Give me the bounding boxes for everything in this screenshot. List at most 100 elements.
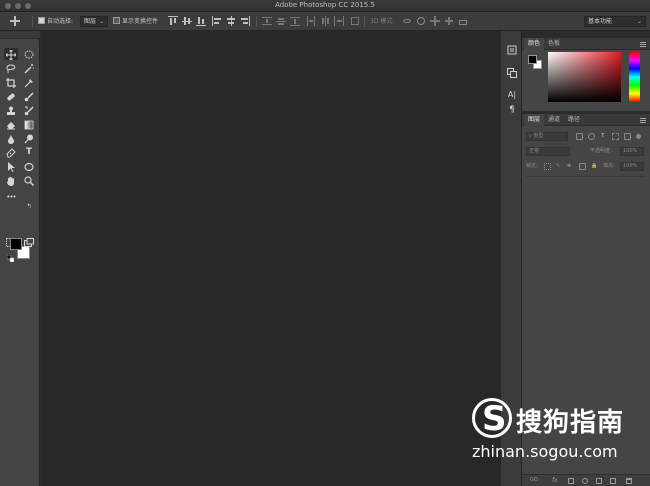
filter-type-icon[interactable]: T xyxy=(601,132,604,141)
distribute-left-icon[interactable] xyxy=(306,16,316,26)
screen-mode-icon[interactable] xyxy=(22,236,36,248)
opacity-field[interactable]: 100% xyxy=(620,147,644,156)
blend-mode-dropdown[interactable]: 正常 xyxy=(526,147,570,156)
path-selection-tool-icon[interactable] xyxy=(4,160,18,172)
history-panel-icon[interactable] xyxy=(505,45,519,57)
properties-panel-icon[interactable] xyxy=(505,68,519,80)
foreground-color-swatch[interactable] xyxy=(10,238,22,250)
divider xyxy=(526,176,646,177)
filter-shape-icon[interactable] xyxy=(612,133,619,140)
align-left-icon[interactable] xyxy=(212,16,222,26)
panel-menu-icon[interactable] xyxy=(640,118,646,123)
auto-select-target-dropdown[interactable]: 图层 ⌄ xyxy=(80,16,108,27)
distribute-bottom-icon[interactable] xyxy=(290,16,300,26)
brush-tool-icon[interactable] xyxy=(22,90,36,102)
tab-color[interactable]: 颜色 xyxy=(524,38,545,50)
add-mask-icon[interactable] xyxy=(568,478,574,484)
default-colors-icon[interactable] xyxy=(6,253,14,262)
new-group-icon[interactable] xyxy=(596,478,602,484)
filter-pixel-icon[interactable] xyxy=(576,133,583,140)
fill-field[interactable]: 100% xyxy=(620,162,644,171)
align-horizontal-center-icon[interactable] xyxy=(226,16,236,26)
layers-panel-footer: GO fx xyxy=(522,474,650,486)
distribute-horizontal-center-icon[interactable] xyxy=(320,16,330,26)
character-panel-icon[interactable]: A| xyxy=(505,89,519,101)
dodge-tool-icon[interactable] xyxy=(22,132,36,144)
zoom-tool-icon[interactable] xyxy=(22,174,36,186)
align-bottom-icon[interactable] xyxy=(196,16,206,26)
gradient-tool-icon[interactable] xyxy=(22,118,36,130)
align-right-icon[interactable] xyxy=(240,16,250,26)
lock-artboard-icon[interactable] xyxy=(579,163,586,170)
chevron-down-icon: ⌄ xyxy=(636,18,642,25)
marquee-tool-icon[interactable] xyxy=(22,48,36,60)
show-transform-checkbox[interactable] xyxy=(113,17,120,24)
pen-tool-icon[interactable] xyxy=(4,146,18,158)
auto-select-checkbox[interactable] xyxy=(38,17,45,24)
tab-layers[interactable]: 图层 xyxy=(524,114,545,126)
3d-orbit-icon[interactable] xyxy=(402,16,412,26)
type-tool-icon[interactable]: T xyxy=(22,146,36,158)
auto-align-icon[interactable] xyxy=(350,16,360,26)
filter-smart-object-icon[interactable] xyxy=(624,133,631,140)
watermark-name: 搜狗指南 xyxy=(516,408,625,438)
eraser-tool-icon[interactable] xyxy=(4,118,18,130)
align-top-icon[interactable] xyxy=(168,16,178,26)
divider xyxy=(32,16,33,27)
ellipse-tool-icon[interactable] xyxy=(22,160,36,172)
tab-swatches[interactable]: 色板 xyxy=(544,38,564,50)
paragraph-panel-icon[interactable]: ¶ xyxy=(505,104,519,116)
blend-mode-value: 正常 xyxy=(529,148,540,154)
blur-tool-icon[interactable] xyxy=(4,132,18,144)
swap-colors-icon[interactable]: ↰ xyxy=(25,203,33,211)
lasso-tool-icon[interactable] xyxy=(4,62,18,74)
distribute-vertical-center-icon[interactable] xyxy=(276,16,286,26)
options-bar: 自动选择: 图层 ⌄ 显示变换控件 3D 模式: 基本功能 ⌄ xyxy=(0,12,650,31)
delete-layer-icon[interactable] xyxy=(626,478,632,484)
filter-adjustment-icon[interactable] xyxy=(588,133,595,140)
auto-select-target-value: 图层 xyxy=(84,18,97,25)
blend-opacity-row: 正常 不透明度: 100% xyxy=(526,147,646,158)
hue-slider[interactable] xyxy=(629,52,640,102)
color-panel: 颜色 色板 xyxy=(522,38,650,111)
3d-roll-icon[interactable] xyxy=(416,16,426,26)
tab-channels[interactable]: 通道 xyxy=(544,114,564,126)
lock-position-icon[interactable]: ✥ xyxy=(567,162,571,171)
3d-pan-icon[interactable] xyxy=(430,16,440,26)
3d-scale-icon[interactable] xyxy=(458,16,468,26)
layer-style-fx-icon[interactable]: fx xyxy=(552,476,558,485)
lock-transparent-pixels-icon[interactable] xyxy=(544,163,551,170)
distribute-top-icon[interactable] xyxy=(262,16,272,26)
color-panel-foreground-swatch[interactable] xyxy=(528,55,537,64)
tools-panel-header[interactable] xyxy=(0,31,40,39)
lock-image-pixels-icon[interactable]: ✎ xyxy=(556,162,560,171)
sogou-logo-icon: S xyxy=(472,398,512,439)
new-adjustment-layer-icon[interactable] xyxy=(582,478,588,484)
move-tool-icon[interactable] xyxy=(4,48,18,60)
document-canvas-area[interactable] xyxy=(41,31,500,486)
history-brush-tool-icon[interactable] xyxy=(22,104,36,116)
move-tool-preset-icon[interactable] xyxy=(10,16,20,26)
clone-stamp-tool-icon[interactable] xyxy=(4,104,18,116)
new-layer-icon[interactable] xyxy=(610,478,616,484)
align-vertical-center-icon[interactable] xyxy=(182,16,192,26)
more-tools-icon[interactable]: ••• xyxy=(4,191,18,203)
color-saturation-field[interactable] xyxy=(548,52,621,102)
lock-all-icon[interactable]: 🔒 xyxy=(591,162,597,171)
link-layers-icon[interactable]: GO xyxy=(530,476,538,485)
color-panel-tabs: 颜色 色板 xyxy=(522,38,650,50)
filter-toggle-icon[interactable] xyxy=(636,134,641,139)
panel-menu-icon[interactable] xyxy=(640,42,646,47)
tab-paths[interactable]: 路径 xyxy=(564,114,584,126)
distribute-right-icon[interactable] xyxy=(334,16,344,26)
layers-panel-tabs: 图层 通道 路径 xyxy=(522,114,650,126)
3d-slide-icon[interactable] xyxy=(444,16,454,26)
healing-brush-tool-icon[interactable] xyxy=(4,90,18,102)
workspace-value: 基本功能 xyxy=(588,18,613,25)
crop-tool-icon[interactable] xyxy=(4,76,18,88)
layer-filter-dropdown[interactable]: ⌕ 类型 xyxy=(526,132,568,141)
magic-wand-tool-icon[interactable] xyxy=(22,62,36,74)
eyedropper-tool-icon[interactable] xyxy=(22,76,36,88)
workspace-dropdown[interactable]: 基本功能 ⌄ xyxy=(584,16,646,27)
hand-tool-icon[interactable] xyxy=(4,174,18,186)
